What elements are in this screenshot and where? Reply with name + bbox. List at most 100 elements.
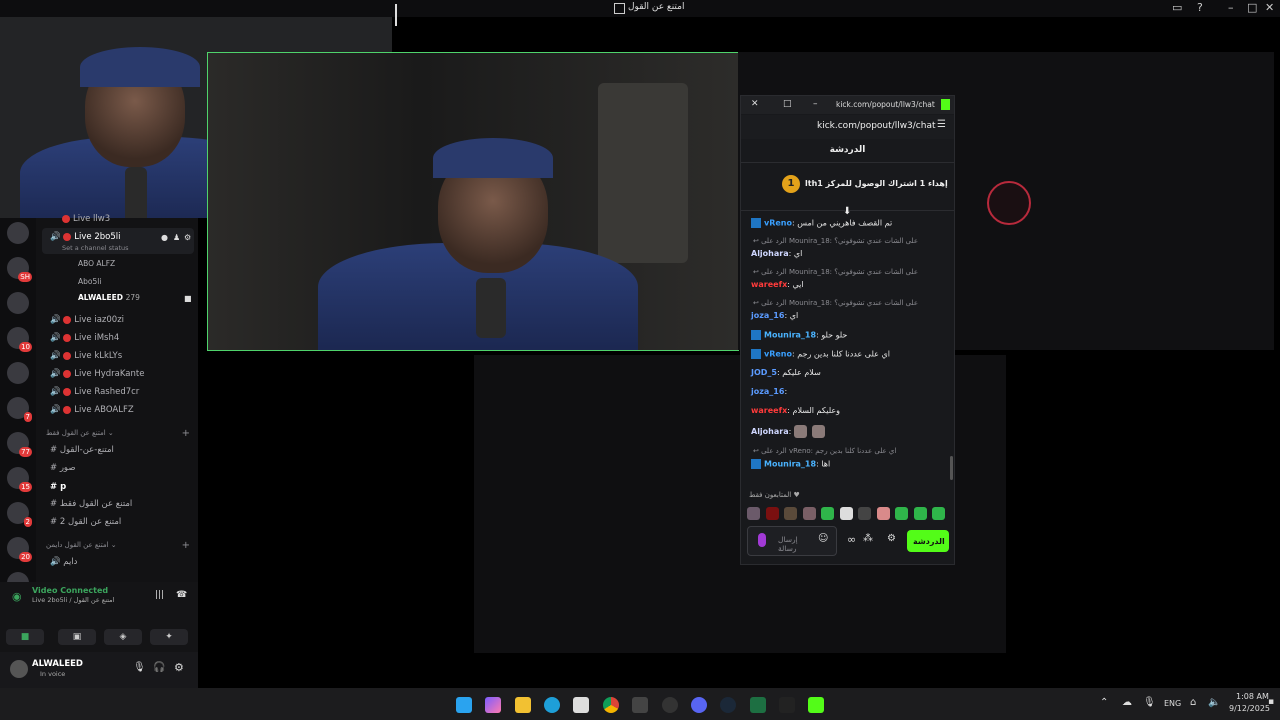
maximize-icon[interactable]: □	[783, 99, 792, 109]
help-icon[interactable]: ?	[1197, 1, 1203, 14]
chat-username[interactable]: vReno	[764, 219, 792, 228]
chat-message[interactable]: JOD_5: سلام عليكم	[751, 368, 946, 377]
server-icon[interactable]: 7	[7, 397, 32, 422]
edge-icon[interactable]	[544, 697, 560, 713]
server-icon[interactable]	[7, 292, 29, 314]
voice-channel-active[interactable]: 🔊 Live 2bo5li	[50, 232, 121, 242]
channel-status[interactable]: Set a channel status	[62, 244, 129, 252]
server-icon[interactable]	[7, 362, 29, 384]
text-channel[interactable]: # امتنع عن القول 2	[50, 517, 121, 527]
chat-username[interactable]: vReno	[764, 350, 792, 359]
emote-icon[interactable]	[765, 506, 779, 520]
text-channel[interactable]: # امتنع-عن-القول	[50, 445, 114, 455]
chat-message[interactable]: wareefx: وعليكم السلام	[751, 406, 946, 415]
url-text[interactable]: kick.com/popout/llw3/chat	[817, 121, 936, 131]
chat-message[interactable]: Mounira_18: حلو حلو	[751, 330, 946, 340]
category-header[interactable]: امتنع عن القول دايمن ⌄	[46, 541, 117, 549]
voice-member[interactable]: ALWALEED 279	[78, 293, 140, 302]
chat-username[interactable]: Mounira_18	[764, 331, 816, 340]
server-icon[interactable]: 77	[7, 432, 32, 457]
text-channel[interactable]: # صور	[50, 463, 76, 473]
copilot-icon[interactable]	[485, 697, 501, 713]
chat-message[interactable]: wareefx: ايي	[751, 280, 946, 289]
voice-channel-name[interactable]: Live 2bo5li / امتنع عن القول	[32, 596, 114, 604]
reply-context[interactable]: ↩ الرد على Mounira_18: على الشات عندي تش…	[753, 299, 918, 307]
chat-icon[interactable]: ●	[161, 233, 168, 242]
emote-icon[interactable]	[895, 506, 908, 520]
reply-context[interactable]: ↩ الرد على Mounira_18: على الشات عندي تش…	[753, 268, 918, 276]
voice-member[interactable]: ABO ALFZ	[78, 259, 115, 268]
soundboard-button[interactable]: ✦	[150, 629, 188, 645]
notification-icon[interactable]: ▪	[1268, 697, 1274, 707]
reply-context[interactable]: ↩ الرد على vReno: اي على عددنا كلنا بدين…	[753, 447, 896, 455]
voice-channel[interactable]: 🔊 دايم	[50, 557, 77, 567]
soundboard-icon[interactable]: |||	[155, 590, 164, 600]
voice-channel[interactable]: Live llw3	[62, 214, 110, 224]
emoji-icon[interactable]: ☺	[818, 533, 828, 544]
chat-message[interactable]: joza_16: اي	[751, 311, 946, 320]
chat-username[interactable]: Aljohara	[751, 249, 789, 258]
chat-username[interactable]: wareefx	[751, 280, 787, 289]
infinity-icon[interactable]: ∞	[847, 533, 856, 546]
avatar[interactable]	[10, 660, 28, 678]
url-bar[interactable]: kick.com/popout/llw3/chat ☰	[741, 115, 954, 139]
language-indicator[interactable]: ENG	[1164, 699, 1181, 708]
emote-icon[interactable]	[784, 506, 797, 520]
discord-icon[interactable]	[691, 697, 707, 713]
voice-channel[interactable]: 🔊 Live iMsh4	[50, 333, 119, 343]
windows-start-icon[interactable]	[456, 697, 472, 713]
server-icon[interactable]: 15	[7, 467, 32, 492]
calculator-icon[interactable]	[632, 697, 648, 713]
excel-icon[interactable]	[750, 697, 766, 713]
capcut-icon[interactable]	[779, 697, 795, 713]
add-channel-icon[interactable]: +	[182, 428, 190, 439]
gear-icon[interactable]: ⚙	[184, 233, 191, 242]
chat-message[interactable]: Aljohara:	[751, 425, 946, 438]
minimize-icon[interactable]: –	[813, 99, 818, 109]
screen-share-button[interactable]: ▣	[58, 629, 96, 645]
activity-button[interactable]: ◈	[104, 629, 142, 645]
file-explorer-icon[interactable]	[515, 697, 531, 713]
voice-member[interactable]: Abo5li	[78, 277, 101, 286]
chrome-icon[interactable]	[603, 697, 619, 713]
reply-context[interactable]: ↩ الرد على Mounira_18: على الشات عندي تش…	[753, 237, 918, 245]
server-icon[interactable]	[7, 222, 29, 244]
voice-channel[interactable]: 🔊 Live iaz00zi	[50, 315, 124, 325]
chat-send-button[interactable]: الدردشة	[907, 530, 949, 552]
pin-icon[interactable]: ⬇	[843, 206, 851, 217]
voice-channel[interactable]: 🔊 Live ABOALFZ	[50, 405, 134, 415]
emote-icon[interactable]	[747, 506, 760, 520]
chat-message[interactable]: Aljohara: اي	[751, 249, 946, 258]
text-channel[interactable]: # امتنع عن القول فقط	[50, 499, 132, 509]
subscription-goal[interactable]: 1 lthإهداء 1 اشتراك الوصول للمركز 1	[741, 162, 954, 211]
clock-date[interactable]: 9/12/2025	[1229, 704, 1270, 713]
close-icon[interactable]: ✕	[751, 99, 759, 109]
emote-icon[interactable]	[839, 506, 853, 520]
server-icon[interactable]: 2	[7, 502, 32, 527]
emote-icon[interactable]	[802, 506, 816, 520]
camera-button[interactable]: ■	[6, 629, 44, 645]
chat-message[interactable]: vReno: اي على عددنا كلنا بدين رجم	[751, 349, 946, 359]
voice-channel[interactable]: 🔊 Live HydraKante	[50, 369, 144, 379]
headphones-icon[interactable]: 🎧	[153, 662, 165, 673]
chat-message[interactable]: joza_16:	[751, 387, 946, 396]
chat-username[interactable]: wareefx	[751, 406, 787, 415]
server-icon[interactable]: 10	[7, 327, 32, 352]
wifi-icon[interactable]: ⌂	[1190, 697, 1196, 708]
username[interactable]: ALWALEED	[32, 659, 83, 669]
server-icon[interactable]: SH	[7, 257, 32, 282]
emote-icon[interactable]	[876, 506, 890, 520]
emote-icon[interactable]	[932, 506, 945, 520]
server-icon[interactable]: 20	[7, 537, 32, 562]
chat-username[interactable]: JOD_5	[751, 368, 777, 377]
volume-icon[interactable]: 🔈	[1208, 697, 1220, 708]
minimize-button[interactable]: –	[1228, 1, 1234, 14]
voice-status[interactable]: Video Connected	[32, 586, 108, 595]
voice-channel[interactable]: 🔊 Live Rashed7cr	[50, 387, 139, 397]
chat-username[interactable]: Mounira_18	[764, 460, 816, 469]
message-input[interactable]: إرسال رسالة ☺	[747, 526, 837, 556]
chat-settings-icon[interactable]: ⚙	[887, 533, 896, 544]
mic-icon[interactable]: 🎙	[133, 662, 146, 673]
stream-video[interactable]	[207, 52, 739, 351]
settings-sliders-icon[interactable]: ☰	[937, 119, 946, 130]
